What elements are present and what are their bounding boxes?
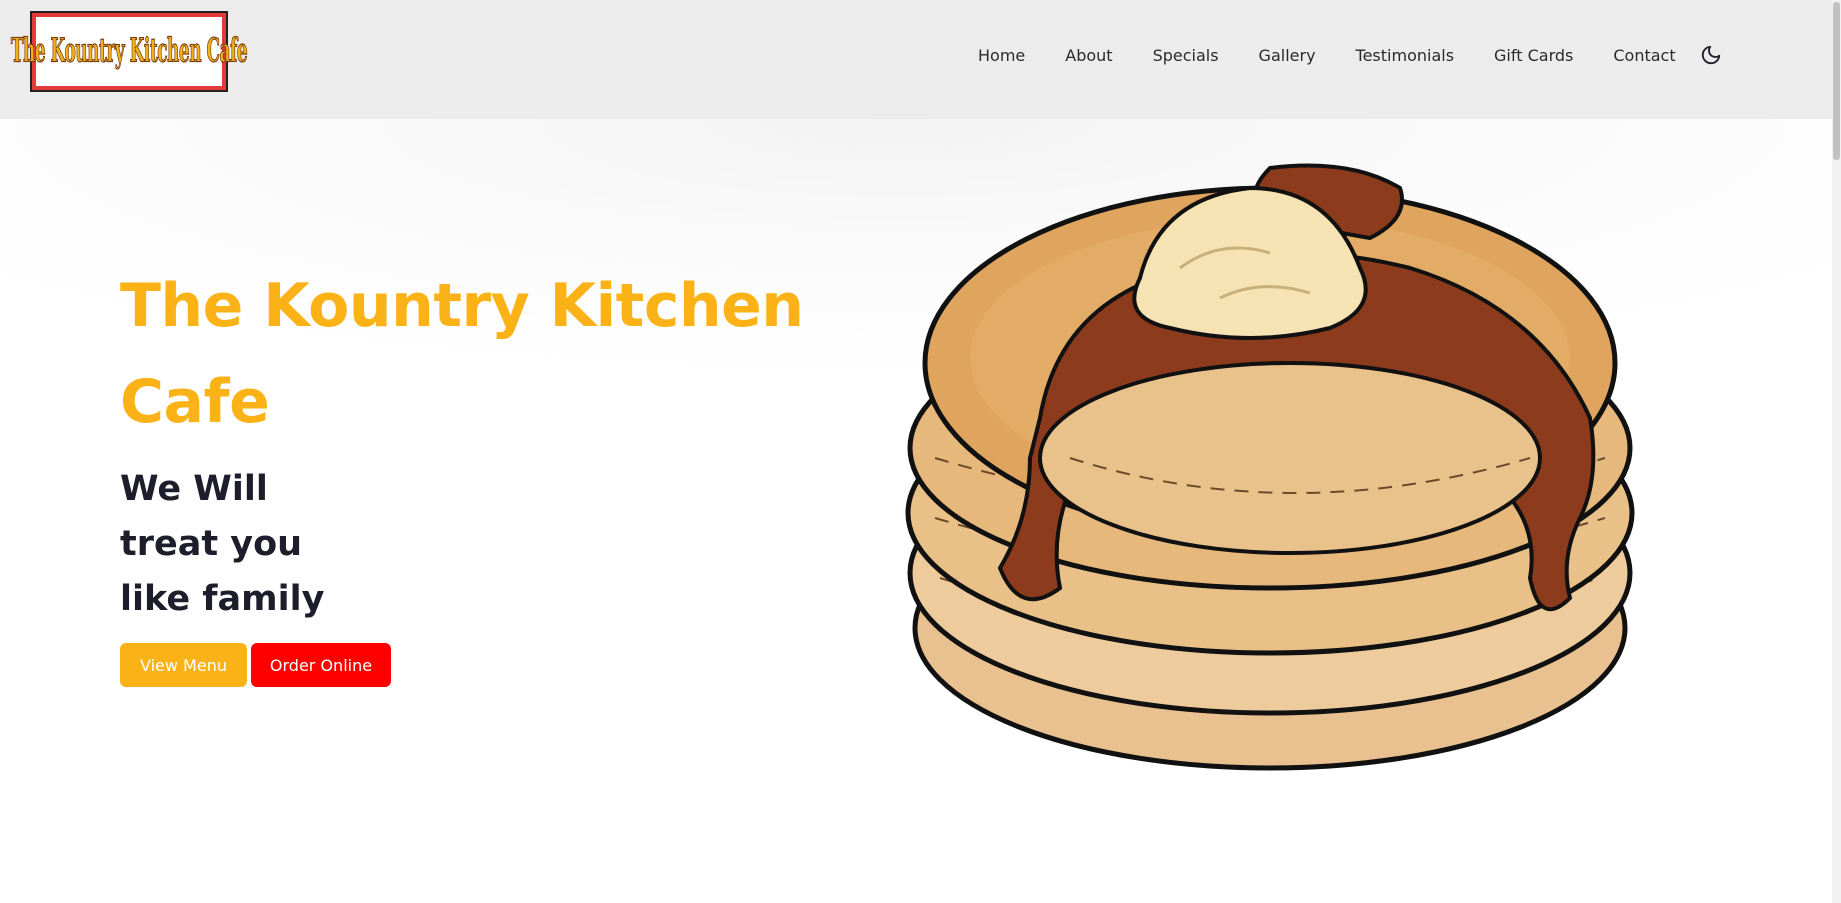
nav-about[interactable]: About bbox=[1065, 46, 1112, 65]
hero-tagline: We Will treat you like family bbox=[120, 462, 440, 627]
site-logo[interactable]: The Kountry Kitchen Cafe bbox=[11, 11, 248, 92]
view-menu-button[interactable]: View Menu bbox=[120, 643, 247, 687]
tagline-line-3: like family bbox=[120, 579, 325, 619]
nav-contact[interactable]: Contact bbox=[1613, 46, 1675, 65]
nav-specials[interactable]: Specials bbox=[1153, 46, 1219, 65]
moon-icon[interactable] bbox=[1700, 44, 1722, 66]
tagline-line-1: We Will bbox=[120, 469, 268, 509]
site-header: The Kountry Kitchen Cafe Home About Spec… bbox=[0, 0, 1832, 119]
nav-gift-cards[interactable]: Gift Cards bbox=[1494, 46, 1573, 65]
nav-gallery[interactable]: Gallery bbox=[1259, 46, 1316, 65]
nav-home[interactable]: Home bbox=[978, 46, 1025, 65]
main-nav: Home About Specials Gallery Testimonials… bbox=[978, 44, 1722, 66]
scrollbar-thumb[interactable] bbox=[1833, 2, 1840, 160]
hero-title: The Kountry Kitchen Cafe bbox=[120, 271, 804, 437]
page-scrollbar[interactable] bbox=[1832, 0, 1841, 903]
nav-testimonials[interactable]: Testimonials bbox=[1356, 46, 1455, 65]
logo-text: The Kountry Kitchen Cafe bbox=[10, 32, 248, 71]
tagline-line-2: treat you bbox=[120, 524, 303, 564]
pancake-stack-image bbox=[890, 158, 1650, 778]
logo-frame: The Kountry Kitchen Cafe bbox=[11, 17, 248, 86]
order-online-button[interactable]: Order Online bbox=[251, 643, 391, 687]
